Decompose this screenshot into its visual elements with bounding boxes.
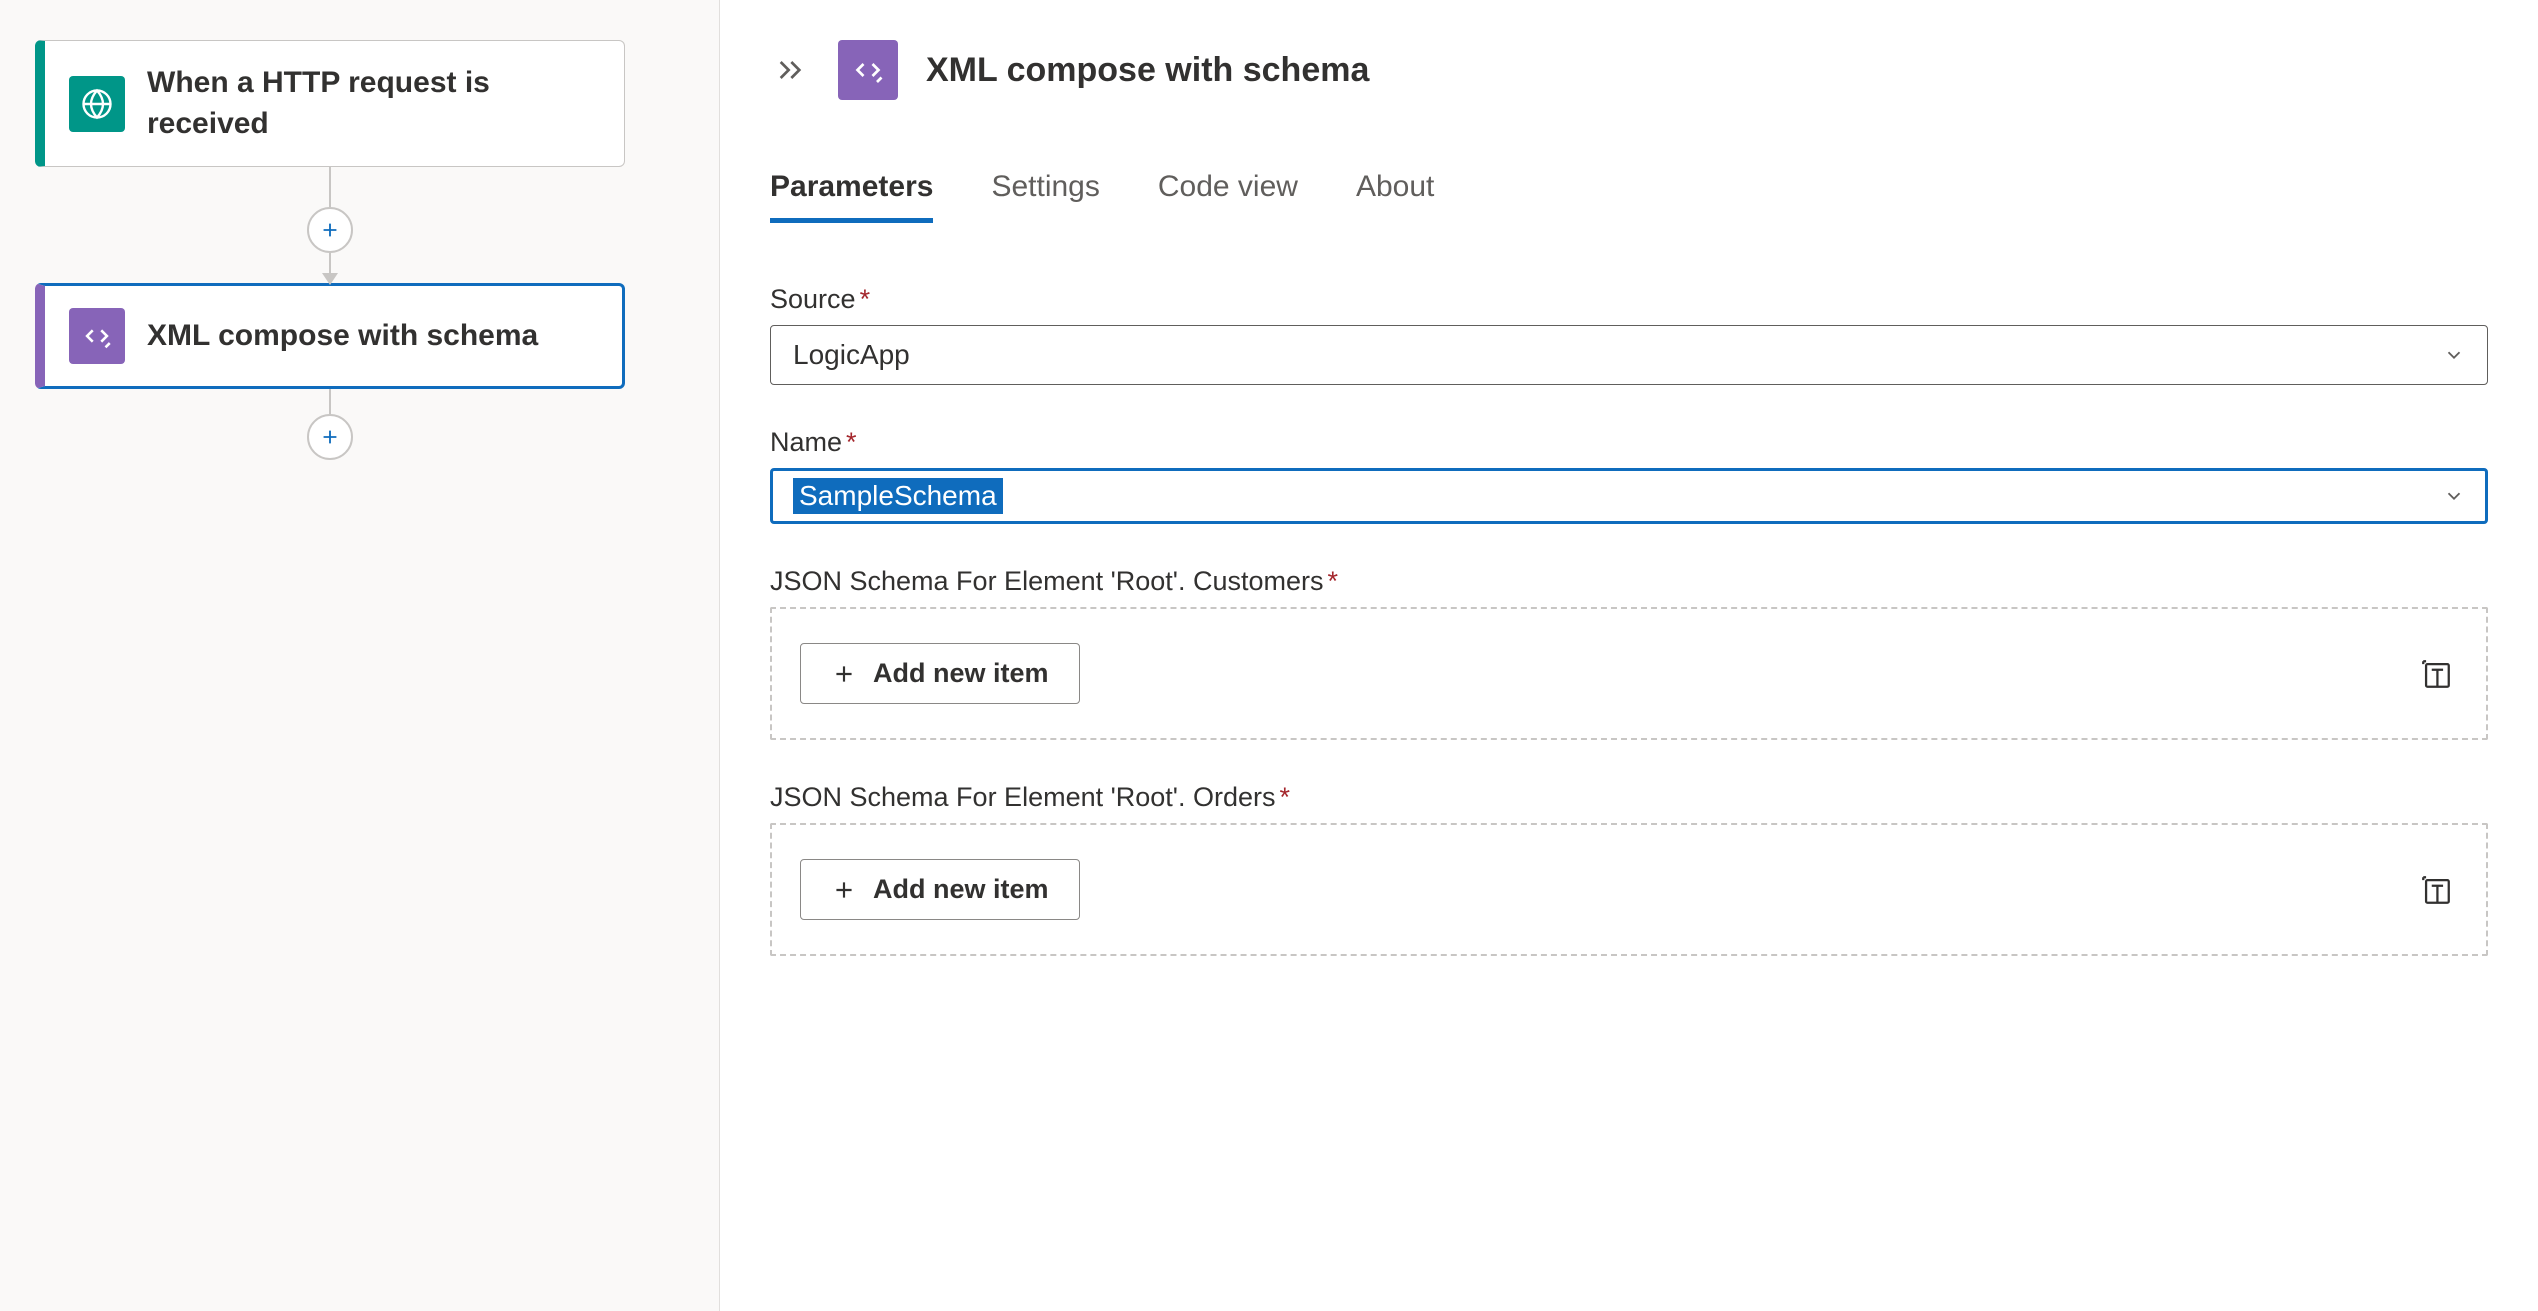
tab-code-view[interactable]: Code view xyxy=(1158,170,1298,223)
field-orders: JSON Schema For Element 'Root'. Orders* … xyxy=(770,782,2488,956)
name-select[interactable]: SampleSchema xyxy=(770,468,2488,524)
http-request-icon xyxy=(69,76,125,132)
field-name-label: Name* xyxy=(770,427,857,458)
chevron-down-icon xyxy=(2443,485,2465,507)
trigger-node-http-request[interactable]: When a HTTP request is received xyxy=(35,40,625,167)
xml-compose-icon xyxy=(838,40,898,100)
customers-array-box: Add new item xyxy=(770,607,2488,740)
panel-tabs: Parameters Settings Code view About xyxy=(770,170,2488,224)
workflow-flow: When a HTTP request is received xyxy=(30,40,630,460)
field-orders-label: JSON Schema For Element 'Root'. Orders* xyxy=(770,782,1290,813)
name-select-value: SampleSchema xyxy=(793,478,1003,514)
field-customers-label: JSON Schema For Element 'Root'. Customer… xyxy=(770,566,1338,597)
panel-header: XML compose with schema xyxy=(770,40,2488,100)
app-root: When a HTTP request is received xyxy=(0,0,2538,1311)
field-name: Name* SampleSchema xyxy=(770,427,2488,524)
trigger-node-label: When a HTTP request is received xyxy=(147,63,600,144)
xml-compose-icon xyxy=(69,308,125,364)
action-detail-panel: XML compose with schema Parameters Setti… xyxy=(720,0,2538,1311)
orders-array-box: Add new item xyxy=(770,823,2488,956)
add-order-item-button[interactable]: Add new item xyxy=(800,859,1080,920)
source-select-value: LogicApp xyxy=(793,339,910,371)
chevron-down-icon xyxy=(2443,344,2465,366)
token-picker-button[interactable] xyxy=(2414,652,2458,696)
tab-parameters[interactable]: Parameters xyxy=(770,170,933,223)
action-node-xml-compose[interactable]: XML compose with schema xyxy=(35,283,625,389)
add-step-button[interactable] xyxy=(307,414,353,460)
action-node-label: XML compose with schema xyxy=(147,316,538,357)
panel-title: XML compose with schema xyxy=(926,51,1369,90)
add-customer-item-button[interactable]: Add new item xyxy=(800,643,1080,704)
edge-2 xyxy=(307,389,353,460)
field-source: Source* LogicApp xyxy=(770,284,2488,385)
workflow-canvas[interactable]: When a HTTP request is received xyxy=(0,0,720,1311)
field-source-label: Source* xyxy=(770,284,870,315)
tab-about[interactable]: About xyxy=(1356,170,1434,223)
token-picker-button[interactable] xyxy=(2414,868,2458,912)
insert-step-button[interactable] xyxy=(307,207,353,253)
source-select[interactable]: LogicApp xyxy=(770,325,2488,385)
collapse-panel-button[interactable] xyxy=(770,50,810,90)
field-customers: JSON Schema For Element 'Root'. Customer… xyxy=(770,566,2488,740)
edge-1 xyxy=(307,167,353,283)
tab-settings[interactable]: Settings xyxy=(991,170,1099,223)
